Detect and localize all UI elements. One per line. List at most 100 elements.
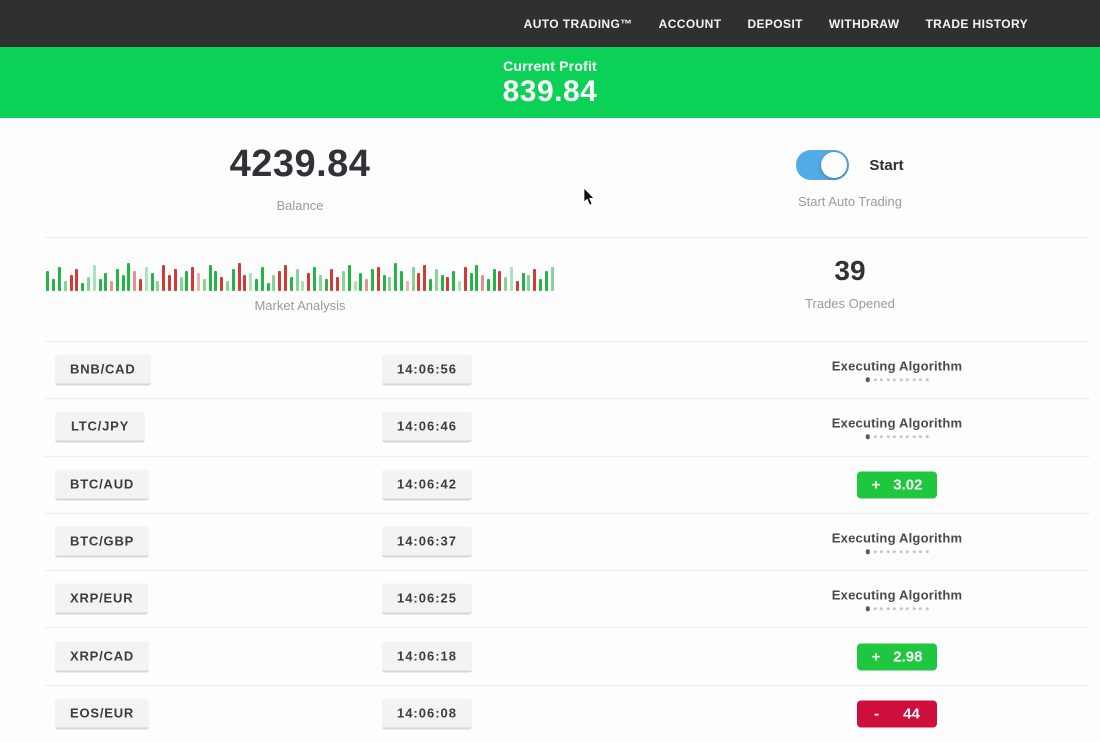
- progress-dot: [887, 607, 890, 610]
- green-bar: [429, 279, 432, 291]
- trade-time-chip: 14:06:18: [382, 641, 472, 672]
- current-profit-label: Current Profit: [0, 58, 1100, 74]
- green-bar: [400, 271, 403, 291]
- red-bar: [336, 277, 339, 291]
- green-bar: [452, 271, 455, 291]
- trade-row: BNB/CAD 14:06:56 Executing Algorithm: [45, 341, 1090, 398]
- trade-time-chip: 14:06:37: [382, 527, 472, 558]
- progress-dot: [926, 607, 929, 610]
- trade-status: Executing Algorithm: [832, 588, 962, 612]
- trade-status: +2.98: [857, 643, 937, 670]
- red-bar: [498, 271, 501, 291]
- trade-time-chip: 14:06:25: [382, 584, 472, 615]
- progress-dot: [900, 435, 903, 438]
- green-bar: [151, 273, 154, 291]
- red-bar: [238, 263, 241, 291]
- red-bar: [417, 273, 420, 291]
- green-bar: [156, 281, 159, 291]
- nav-item-withdraw[interactable]: WITHDRAW: [829, 17, 900, 31]
- green-bar: [470, 273, 473, 291]
- green-bar: [510, 267, 513, 291]
- green-bar: [319, 275, 322, 291]
- green-bar: [267, 283, 270, 291]
- result-sign: +: [872, 476, 881, 493]
- balance-value: 4239.84: [0, 143, 600, 186]
- auto-trading-label: Start Auto Trading: [600, 194, 1100, 209]
- trade-time-chip: 14:06:42: [382, 469, 472, 500]
- red-bar: [446, 277, 449, 291]
- green-bar: [435, 269, 438, 291]
- green-bar: [261, 267, 264, 291]
- progress-dot: [900, 607, 903, 610]
- executing-label: Executing Algorithm: [832, 530, 962, 545]
- trade-time-chip: 14:06:56: [382, 355, 472, 386]
- trade-status: - 44: [857, 700, 937, 727]
- result-value: 44: [903, 705, 920, 722]
- red-bar: [133, 271, 136, 291]
- balance-stat: 4239.84 Balance: [0, 118, 600, 237]
- red-bar: [220, 277, 223, 291]
- progress-dot: [866, 377, 871, 382]
- progress-dot: [866, 435, 871, 440]
- trades-opened-label: Trades Opened: [600, 296, 1100, 311]
- pair-chip: BTC/AUD: [55, 469, 149, 500]
- executing-label: Executing Algorithm: [832, 588, 962, 603]
- progress-dot: [913, 607, 916, 610]
- pair-chip: XRP/EUR: [55, 584, 148, 615]
- trade-status: Executing Algorithm: [832, 416, 962, 440]
- red-bar: [110, 281, 113, 291]
- progress-dot: [906, 607, 909, 610]
- trade-row: LTC/JPY 14:06:46 Executing Algorithm: [45, 398, 1090, 455]
- progress-dot: [874, 435, 877, 438]
- red-bar: [243, 275, 246, 291]
- red-bar: [464, 267, 467, 291]
- trade-status: +3.02: [857, 471, 937, 498]
- result-value: 3.02: [893, 476, 922, 493]
- red-bar: [278, 271, 281, 291]
- trade-row: BTC/GBP 14:06:37 Executing Algorithm: [45, 513, 1090, 570]
- green-bar: [325, 279, 328, 291]
- progress-dot: [874, 550, 877, 553]
- green-bar: [487, 279, 490, 291]
- green-bar: [412, 267, 415, 291]
- green-bar: [493, 269, 496, 291]
- green-bar: [116, 269, 119, 291]
- progress-dot: [893, 378, 896, 381]
- result-badge: +3.02: [857, 471, 937, 498]
- nav-item-account[interactable]: ACCOUNT: [659, 17, 722, 31]
- nav-item-deposit[interactable]: DEPOSIT: [747, 17, 802, 31]
- green-bar: [214, 271, 217, 291]
- trade-row: XRP/CAD 14:06:18 +2.98: [45, 627, 1090, 684]
- red-bar: [307, 273, 310, 291]
- progress-dot: [866, 607, 871, 612]
- trade-row: BTC/AUD 14:06:42 +3.02: [45, 456, 1090, 513]
- nav-item-auto-trading[interactable]: AUTO TRADING™: [524, 17, 633, 31]
- trade-row: EOS/EUR 14:06:08 -44: [45, 685, 1090, 742]
- executing-label: Executing Algorithm: [832, 416, 962, 431]
- nav-item-trade-history[interactable]: TRADE HISTORY: [925, 17, 1028, 31]
- pair-chip: BNB/CAD: [55, 355, 151, 386]
- progress-dot: [900, 550, 903, 553]
- progress-dot: [887, 435, 890, 438]
- progress-dot: [926, 550, 929, 553]
- current-profit-value: 839.84: [0, 75, 1100, 109]
- green-bar: [226, 281, 229, 291]
- result-value: 2.98: [893, 648, 922, 665]
- green-bar: [203, 279, 206, 291]
- red-bar: [481, 275, 484, 291]
- trade-row: XRP/EUR 14:06:25 Executing Algorithm: [45, 570, 1090, 627]
- green-bar: [99, 279, 102, 291]
- red-bar: [365, 279, 368, 291]
- auto-trading-toggle[interactable]: [796, 150, 849, 180]
- red-bar: [174, 269, 177, 291]
- profit-banner: Current Profit 839.84: [0, 47, 1100, 118]
- balance-label: Balance: [0, 198, 600, 213]
- progress-dot: [887, 550, 890, 553]
- red-bar: [139, 279, 142, 291]
- red-bar: [377, 267, 380, 291]
- market-analysis-chart: [45, 253, 555, 291]
- green-bar: [504, 277, 507, 291]
- green-bar: [527, 275, 530, 291]
- result-sign: -: [874, 705, 879, 722]
- green-bar: [46, 271, 49, 291]
